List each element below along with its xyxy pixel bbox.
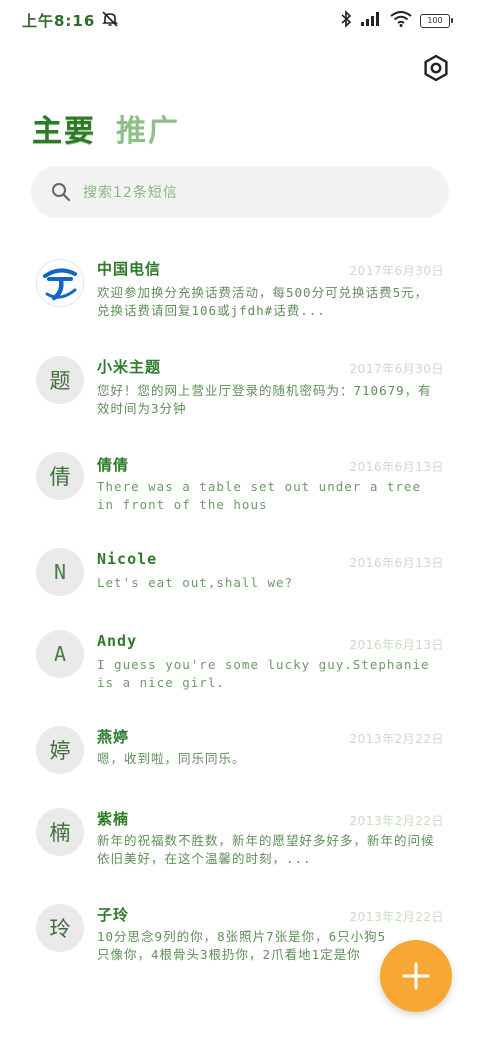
conversation-item[interactable]: 题 小米主题 2017年6月30日 您好！您的网上营业厅登录的随机密码为：710… (0, 354, 480, 450)
signal-icon (360, 11, 382, 31)
avatar: 婷 (36, 726, 84, 774)
compose-button[interactable] (380, 940, 452, 1012)
contact-name: Nicole (97, 550, 158, 568)
message-date: 2016年6月13日 (349, 638, 444, 652)
message-date: 2013年2月22日 (349, 814, 444, 828)
message-preview: Let's eat out,shall we? (97, 575, 294, 590)
tab-bar: 主要 推广 (32, 106, 180, 150)
contact-name: 小米主题 (97, 358, 162, 376)
message-preview: 10分思念9列的你，8张照片7张是你，6只小狗5只像你，4根骨头3根扔你，2爪看… (97, 929, 387, 962)
message-preview: 新年的祝福数不胜数，新年的愿望好多好多，新年的问候依旧美好，在这个温馨的时刻，.… (97, 833, 435, 866)
message-date: 2017年6月30日 (349, 264, 444, 278)
avatar: 玲 (36, 904, 84, 952)
avatar (36, 259, 84, 307)
contact-name: 紫楠 (97, 810, 130, 828)
contact-name: Andy (97, 632, 138, 650)
bluetooth-icon (340, 10, 352, 32)
message-date: 2017年6月30日 (349, 362, 444, 376)
conversation-item[interactable]: A Andy 2016年6月13日 I guess you're some lu… (0, 630, 480, 726)
contact-name: 倩倩 (97, 456, 130, 474)
conversation-item[interactable]: 楠 紫楠 2013年2月22日 新年的祝福数不胜数，新年的愿望好多好多，新年的问… (0, 808, 480, 904)
status-bar: 上午8:16 100 (0, 0, 480, 40)
plus-icon (402, 962, 430, 990)
message-date: 2016年6月13日 (349, 556, 444, 570)
contact-name: 燕婷 (97, 728, 130, 746)
tab-primary[interactable]: 主要 (32, 106, 96, 150)
message-date: 2016年6月13日 (349, 460, 444, 474)
search-bar[interactable]: 搜索12条短信 (31, 166, 449, 218)
contact-name: 子玲 (97, 906, 130, 924)
tab-promotions[interactable]: 推广 (116, 106, 180, 150)
gear-icon (424, 54, 448, 82)
china-telecom-logo (38, 261, 82, 305)
mute-icon (101, 10, 119, 31)
conversation-item[interactable]: 倩 倩倩 2016年6月13日 There was a table set ou… (0, 452, 480, 548)
message-preview: 嗯，收到啦，同乐同乐。 (97, 751, 246, 766)
message-preview: 欢迎参加换分充换话费活动，每500分可兑换话费5元，兑换话费请回复106或jfd… (97, 285, 429, 318)
message-preview: I guess you're some lucky guy.Stephanie … (97, 657, 430, 690)
message-preview: 您好！您的网上营业厅登录的随机密码为：710679，有效时间为3分钟 (97, 383, 432, 416)
wifi-icon (390, 11, 412, 31)
avatar: N (36, 548, 84, 596)
message-date: 2013年2月22日 (349, 732, 444, 746)
search-icon (51, 182, 71, 202)
conversation-item[interactable]: 中国电信 2017年6月30日 欢迎参加换分充换话费活动，每500分可兑换话费5… (0, 256, 480, 352)
contact-name: 中国电信 (97, 260, 162, 278)
avatar: 倩 (36, 452, 84, 500)
avatar: A (36, 630, 84, 678)
battery-icon: 100 (420, 14, 453, 28)
avatar: 楠 (36, 808, 84, 856)
settings-button[interactable] (421, 53, 451, 83)
status-time: 上午8:16 (22, 12, 96, 30)
message-date: 2013年2月22日 (349, 910, 444, 924)
message-preview: There was a table set out under a tree i… (97, 479, 421, 512)
avatar: 题 (36, 356, 84, 404)
search-placeholder: 搜索12条短信 (83, 185, 178, 201)
